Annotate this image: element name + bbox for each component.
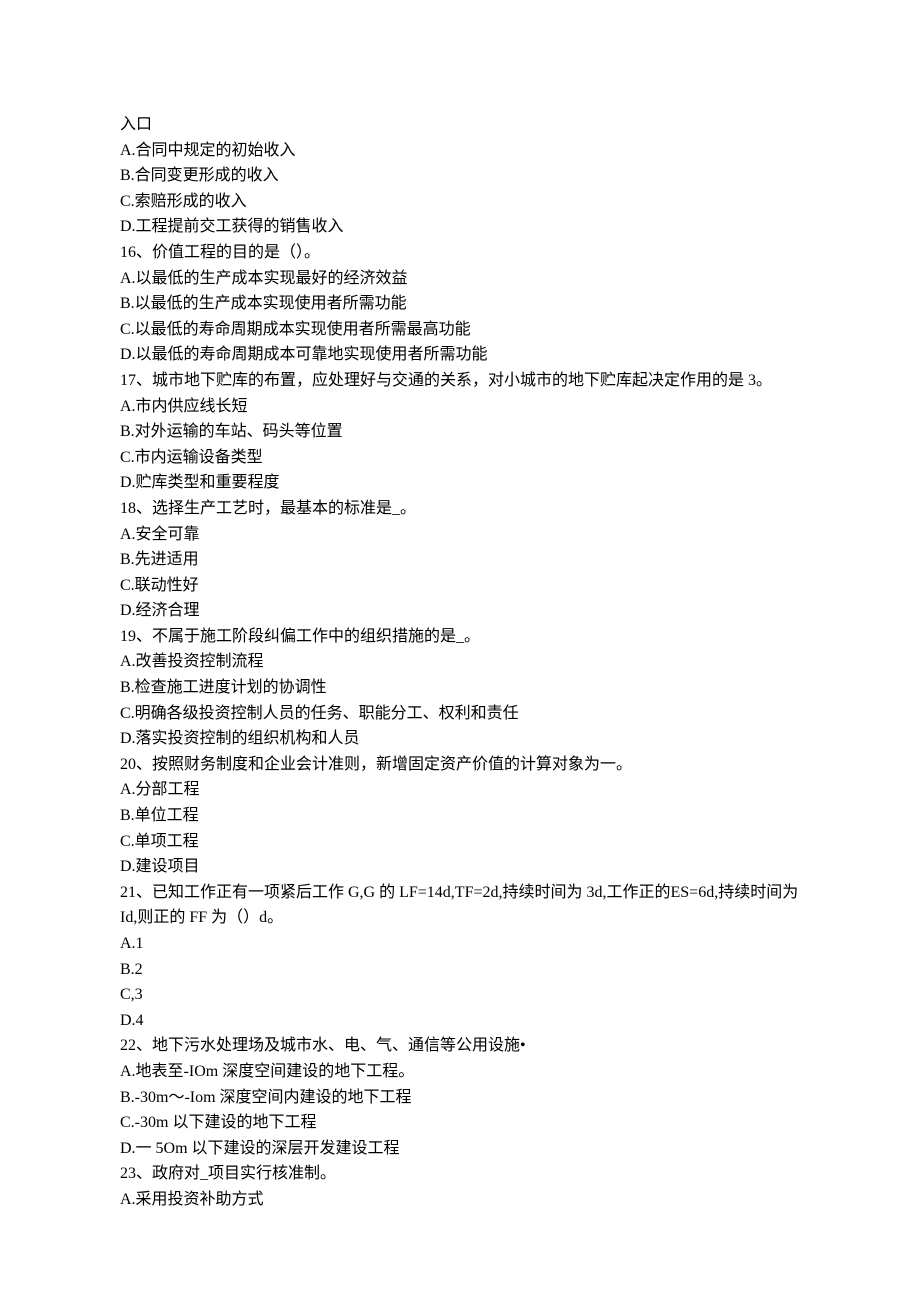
text-line: B.以最低的生产成本实现使用者所需功能	[120, 291, 800, 317]
document-body: 入口A.合同中规定的初始收入B.合同变更形成的收入C.索赔形成的收入D.工程提前…	[120, 112, 800, 1213]
text-line: D.建设项目	[120, 854, 800, 880]
text-line: C.明确各级投资控制人员的任务、职能分工、权利和责任	[120, 701, 800, 727]
text-line: C.单项工程	[120, 829, 800, 855]
text-line: D.贮库类型和重要程度	[120, 470, 800, 496]
text-line: 21、已知工作正有一项紧后工作 G,G 的 LF=14d,TF=2d,持续时间为…	[120, 880, 800, 931]
text-line: A.改善投资控制流程	[120, 649, 800, 675]
text-line: A.市内供应线长短	[120, 394, 800, 420]
text-line: B.先进适用	[120, 547, 800, 573]
text-line: B.-30m～-Iom 深度空间内建设的地下工程	[120, 1085, 800, 1111]
text-line: 22、地下污水处理场及城市水、电、气、通信等公用设施•	[120, 1033, 800, 1059]
text-line: A.地表至-IOm 深度空间建设的地下工程。	[120, 1059, 800, 1085]
text-line: 16、价值工程的目的是（）。	[120, 240, 800, 266]
text-line: C.联动性好	[120, 573, 800, 599]
text-line: D.工程提前交工获得的销售收入	[120, 214, 800, 240]
text-line: B.对外运输的车站、码头等位置	[120, 419, 800, 445]
text-line: 20、按照财务制度和企业会计准则，新增固定资产价值的计算对象为一。	[120, 752, 800, 778]
text-line: 18、选择生产工艺时，最基本的标准是_。	[120, 496, 800, 522]
text-line: A.分部工程	[120, 777, 800, 803]
text-line: A.采用投资补助方式	[120, 1187, 800, 1213]
text-line: D.以最低的寿命周期成本可靠地实现使用者所需功能	[120, 342, 800, 368]
text-line: 19、不属于施工阶段纠偏工作中的组织措施的是_。	[120, 624, 800, 650]
text-line: D.落实投资控制的组织机构和人员	[120, 726, 800, 752]
text-line: D.经济合理	[120, 598, 800, 624]
text-line: A.以最低的生产成本实现最好的经济效益	[120, 266, 800, 292]
text-line: C.市内运输设备类型	[120, 445, 800, 471]
text-line: B.2	[120, 957, 800, 983]
text-line: C.以最低的寿命周期成本实现使用者所需最高功能	[120, 317, 800, 343]
text-line: 17、城市地下贮库的布置，应处理好与交通的关系，对小城市的地下贮库起决定作用的是…	[120, 368, 800, 394]
text-line: C,3	[120, 982, 800, 1008]
text-line: B.合同变更形成的收入	[120, 163, 800, 189]
text-line: C.索赔形成的收入	[120, 189, 800, 215]
text-line: 入口	[120, 112, 800, 138]
text-line: A.安全可靠	[120, 522, 800, 548]
text-line: D.4	[120, 1008, 800, 1034]
text-line: A.合同中规定的初始收入	[120, 138, 800, 164]
text-line: D.一 5Om 以下建设的深层开发建设工程	[120, 1136, 800, 1162]
text-line: B.单位工程	[120, 803, 800, 829]
text-line: 23、政府对_项目实行核准制。	[120, 1161, 800, 1187]
text-line: C.-30m 以下建设的地下工程	[120, 1110, 800, 1136]
text-line: B.检查施工进度计划的协调性	[120, 675, 800, 701]
text-line: A.1	[120, 931, 800, 957]
